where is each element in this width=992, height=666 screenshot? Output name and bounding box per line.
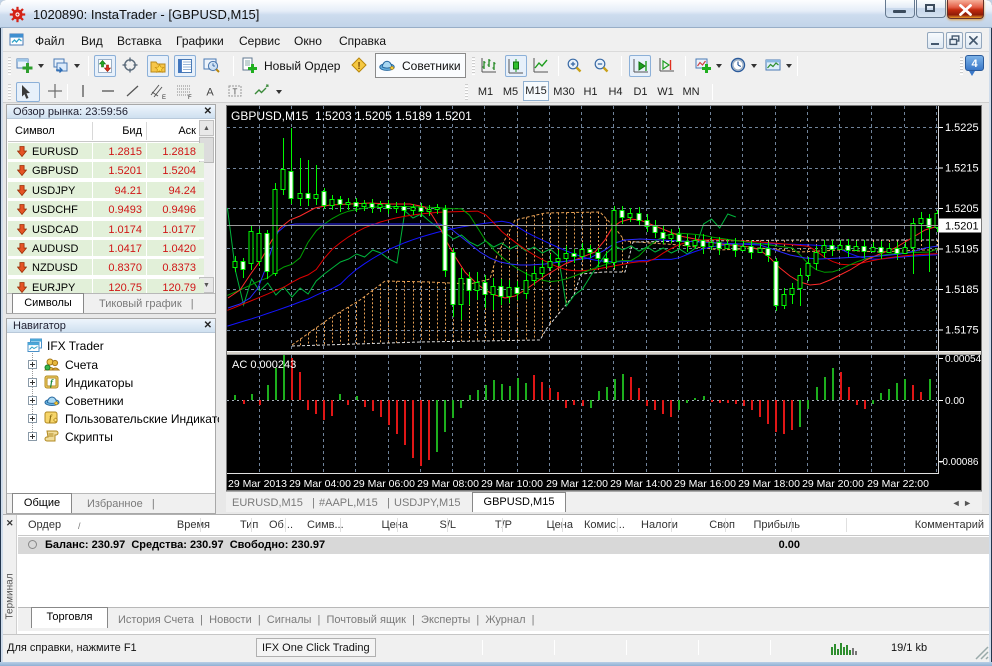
svg-text:!: ! xyxy=(357,61,360,72)
svg-text:1.5175: 1.5175 xyxy=(945,325,979,337)
svg-text:AC 0.000243: AC 0.000243 xyxy=(232,359,296,371)
svg-text:E: E xyxy=(162,95,166,100)
svg-text:29 Mar 16:00: 29 Mar 16:00 xyxy=(674,478,736,490)
svg-text:1.5215: 1.5215 xyxy=(945,163,979,175)
svg-text:1.5185: 1.5185 xyxy=(945,284,979,296)
svg-text:T: T xyxy=(233,88,238,97)
svg-text:1.5205: 1.5205 xyxy=(945,203,979,215)
svg-text:A: A xyxy=(206,87,214,99)
svg-text:29 Mar 20:00: 29 Mar 20:00 xyxy=(802,478,864,490)
svg-text:29 Mar 2013: 29 Mar 2013 xyxy=(228,478,287,490)
svg-text:0.000541: 0.000541 xyxy=(945,354,981,365)
svg-text:1.5195: 1.5195 xyxy=(945,244,979,256)
svg-text:29 Mar 14:00: 29 Mar 14:00 xyxy=(610,478,672,490)
svg-text:29 Mar 12:00: 29 Mar 12:00 xyxy=(546,478,608,490)
svg-text:0.00: 0.00 xyxy=(945,396,965,407)
svg-text:-0.00086: -0.00086 xyxy=(939,457,979,468)
svg-text:29 Mar 08:00: 29 Mar 08:00 xyxy=(417,478,479,490)
svg-text:29 Mar 22:00: 29 Mar 22:00 xyxy=(867,478,929,490)
svg-text:29 Mar 04:00: 29 Mar 04:00 xyxy=(289,478,351,490)
svg-text:29 Mar 18:00: 29 Mar 18:00 xyxy=(738,478,800,490)
svg-text:29 Mar 10:00: 29 Mar 10:00 xyxy=(481,478,543,490)
svg-text:F: F xyxy=(188,95,192,100)
svg-text:GBPUSD,M15 1.5203 1.5205 1.51: GBPUSD,M15 1.5203 1.5205 1.5189 1.5201 xyxy=(231,109,472,123)
svg-text:1.5201: 1.5201 xyxy=(945,221,979,233)
svg-text:1.5225: 1.5225 xyxy=(945,122,979,134)
svg-text:29 Mar 06:00: 29 Mar 06:00 xyxy=(353,478,415,490)
